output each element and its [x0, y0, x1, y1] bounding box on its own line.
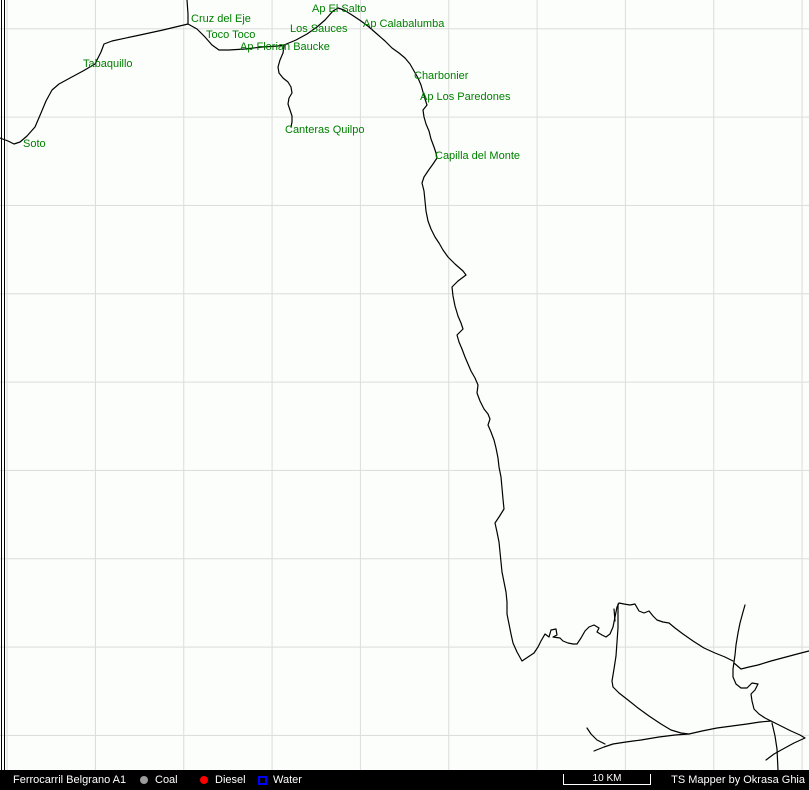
scale-bar-label: 10 KM: [593, 773, 622, 784]
credit-text: TS Mapper by Okrasa Ghia: [671, 774, 805, 786]
map-canvas[interactable]: Cruz del Eje Toco Toco Ap El Salto Los Sauc…: [0, 0, 809, 770]
diesel-legend-icon: [200, 776, 208, 784]
station-label: Cruz del Eje: [191, 13, 251, 25]
station-label: Ap Florian Baucke: [240, 41, 330, 53]
station-label: Ap Calabalumba: [363, 18, 444, 30]
station-label: Ap Los Paredones: [420, 91, 511, 103]
scale-bar: 10 KM: [563, 774, 651, 785]
station-label: Capilla del Monte: [435, 150, 520, 162]
water-legend-label: Water: [273, 774, 302, 786]
railway-wye: [766, 721, 805, 760]
map-left-border-line: [1, 0, 2, 770]
station-label: Soto: [23, 138, 46, 150]
railway-branch-southeast: [612, 604, 689, 734]
station-label: Tabaquillo: [83, 58, 133, 70]
station-label: Charbonier: [414, 70, 468, 82]
railway-branch-canteras: [278, 46, 292, 127]
railway-bottom-spur: [587, 728, 605, 744]
railway-branch-east: [734, 651, 809, 669]
railway-bottom-line: [594, 721, 771, 751]
railway-network: [0, 0, 809, 770]
coal-legend-label: Coal: [155, 774, 178, 786]
railway-drop-line: [772, 723, 778, 770]
coal-legend-icon: [140, 776, 148, 784]
water-legend-icon: [258, 776, 267, 785]
diesel-legend-label: Diesel: [215, 774, 246, 786]
station-label: Toco Toco: [206, 29, 255, 41]
status-bar: Ferrocarril Belgrano A1 Coal Diesel Wate…: [0, 770, 809, 790]
map-left-inner-line: [4, 0, 5, 770]
station-label: Canteras Quilpo: [285, 124, 365, 136]
ts-mapper-window: Cruz del Eje Toco Toco Ap El Salto Los Sauc…: [0, 0, 809, 790]
railway-main-line: [0, 8, 733, 661]
station-label: Los Sauces: [290, 23, 347, 35]
railway-branch-north: [187, 0, 188, 24]
route-name-label: Ferrocarril Belgrano A1: [13, 774, 126, 786]
station-label: Ap El Salto: [312, 3, 366, 15]
